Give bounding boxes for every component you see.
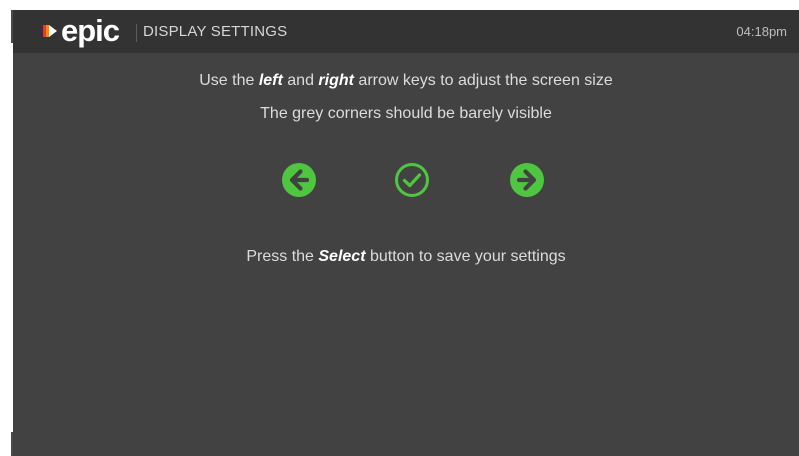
check-circle-icon [395, 163, 429, 197]
text-segment: arrow keys to adjust the screen size [353, 72, 613, 89]
decrease-size-button[interactable] [281, 162, 317, 198]
confirm-button[interactable] [394, 162, 430, 198]
keyword-left: left [258, 72, 283, 89]
text-segment: Use the [199, 72, 259, 89]
keyword-right: right [318, 72, 354, 89]
text-segment: button to save your settings [365, 248, 566, 265]
text-segment: and [282, 72, 319, 89]
page-title: DISPLAY SETTINGS [143, 23, 288, 40]
arrow-left-icon [282, 163, 316, 197]
instruction-corners: The grey corners should be barely visibl… [260, 105, 552, 122]
logo-mark-icon [43, 25, 57, 37]
epic-logo: epic [43, 13, 120, 48]
text-segment: Press the [246, 248, 319, 265]
keyword-select: Select [318, 248, 366, 265]
display-settings-screen: epic DISPLAY SETTINGS 04:18pm Use the le… [13, 10, 799, 456]
arrow-right-icon [510, 163, 544, 197]
instruction-save: Press the Select button to save your set… [13, 248, 799, 266]
top-bar: epic DISPLAY SETTINGS 04:18pm [13, 10, 799, 53]
increase-size-button[interactable] [509, 162, 545, 198]
brand-name: epic [61, 13, 120, 48]
clock: 04:18pm [736, 24, 787, 39]
header-divider [136, 24, 137, 42]
instruction-adjust: Use the left and right arrow keys to adj… [13, 72, 799, 90]
